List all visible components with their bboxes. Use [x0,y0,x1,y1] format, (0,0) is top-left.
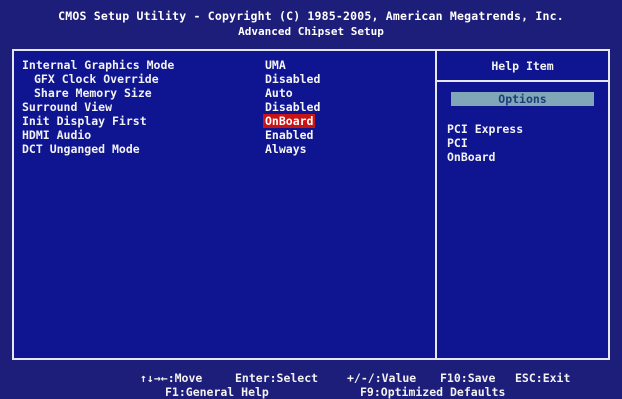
setting-value[interactable]: Auto [265,86,293,100]
settings-panel: Internal Graphics Mode UMA GFX Clock Ove… [12,49,610,360]
option-pci-express[interactable]: PCI Express [447,122,523,136]
key-help-footer: ↑↓→←:Move Enter:Select +/-/:Value F10:Sa… [0,366,622,399]
setting-label: Init Display First [22,114,147,128]
help-separator [437,80,608,82]
setting-label: Share Memory Size [34,86,152,100]
setting-value[interactable]: Disabled [265,100,320,114]
key-exit-hint: ESC:Exit [515,371,571,385]
setting-label: HDMI Audio [22,128,92,142]
setting-value[interactable]: Enabled [265,128,313,142]
key-defaults-hint: F9:Optimized Defaults [360,385,506,399]
setting-label: DCT Unganged Mode [22,142,140,156]
option-pci[interactable]: PCI [447,136,468,150]
option-onboard[interactable]: OnBoard [447,150,495,164]
setting-value[interactable]: Always [265,142,307,156]
key-value-hint: +/-/:Value [347,371,417,385]
key-save-hint: F10:Save [440,371,496,385]
bios-title: CMOS Setup Utility - Copyright (C) 1985-… [58,9,564,23]
setting-label: Surround View [22,100,113,114]
bios-header: CMOS Setup Utility - Copyright (C) 1985-… [0,0,622,44]
setting-label: GFX Clock Override [34,72,159,86]
setting-value-selected[interactable]: OnBoard [263,114,316,128]
setting-value[interactable]: Disabled [265,72,320,86]
key-general-help-hint: F1:General Help [165,385,269,399]
panel-divider [435,51,437,358]
help-title: Help Item [491,59,554,73]
key-move-hint: ↑↓→←:Move [140,371,203,385]
page-title: Advanced Chipset Setup [238,25,384,38]
options-label: Options [451,92,594,106]
bios-screen: CMOS Setup Utility - Copyright (C) 1985-… [0,0,622,399]
setting-label: Internal Graphics Mode [22,58,175,72]
key-select-hint: Enter:Select [235,371,319,385]
setting-value[interactable]: UMA [265,58,286,72]
